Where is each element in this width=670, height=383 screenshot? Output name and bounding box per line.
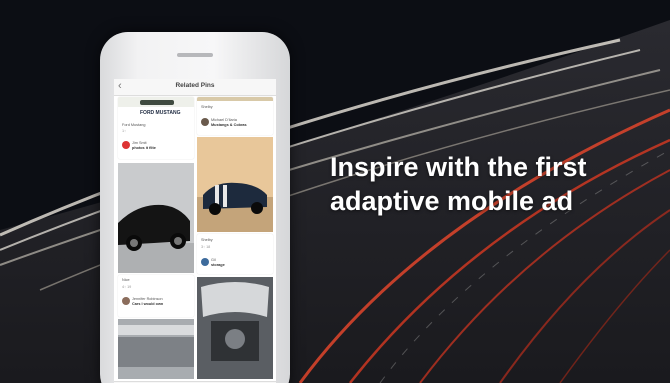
pin-board[interactable]: Cars I would own <box>132 302 163 306</box>
phone-screen: ‹ Related Pins FORD MUSTANG Ford Mustang… <box>114 79 276 383</box>
page-title: Related Pins <box>175 82 215 89</box>
headline-line-2: adaptive mobile ad <box>330 186 574 216</box>
pin-title: Nice <box>122 278 130 282</box>
app-header: ‹ Related Pins <box>114 79 276 96</box>
avatar[interactable] <box>201 258 209 266</box>
phone-speaker <box>177 53 213 57</box>
pin-user[interactable]: Jim Smit <box>132 141 147 145</box>
pin-title: Shelby <box>201 105 213 109</box>
pin-card-shelby-top[interactable]: Shelby Michael D'Ilaria Mustangs & Cobra… <box>197 97 273 135</box>
avatar[interactable] <box>122 141 130 149</box>
pin-user[interactable]: Michael D'Ilaria <box>211 118 237 122</box>
ad-banner: Inspire with the first adaptive mobile a… <box>0 0 670 383</box>
pin-board[interactable]: storage <box>211 263 225 267</box>
headline: Inspire with the first adaptive mobile a… <box>330 150 650 218</box>
ford-mustang-logo-text: FORD MUSTANG <box>140 110 181 116</box>
pin-meta: 4↑ 19 <box>122 285 132 289</box>
avatar[interactable] <box>122 297 130 305</box>
shelby-car-image[interactable] <box>197 137 273 232</box>
car-top-image <box>118 97 194 107</box>
pin-card-nice[interactable]: Nice 4↑ 19 Jennifer Robinson Cars I woul… <box>118 275 194 317</box>
pin-board[interactable]: Mustangs & Cobras <box>211 123 247 127</box>
avatar[interactable] <box>201 118 209 126</box>
pin-user[interactable]: Gil <box>211 258 216 262</box>
headline-line-1: Inspire with the first <box>330 152 587 182</box>
car-bumper-image[interactable] <box>118 319 194 379</box>
phone-mockup: ‹ Related Pins FORD MUSTANG Ford Mustang… <box>100 32 290 383</box>
pin-board[interactable]: photos it filte <box>132 146 156 150</box>
pin-title: Shelby <box>201 238 213 242</box>
interior-car-image[interactable] <box>197 277 273 379</box>
pin-meta: 3↑ 18 <box>201 245 211 249</box>
pin-meta: 1↑ <box>122 129 127 133</box>
black-car-image[interactable] <box>118 163 194 273</box>
pin-title: Ford Mustang <box>122 123 146 127</box>
pin-card-shelby-bottom[interactable]: Shelby 3↑ 18 Gil storage <box>197 234 273 274</box>
pin-card-ford-mustang[interactable]: FORD MUSTANG Ford Mustang 1↑ Jim Smit ph… <box>118 97 194 159</box>
pin-user[interactable]: Jennifer Robinson <box>132 297 163 301</box>
